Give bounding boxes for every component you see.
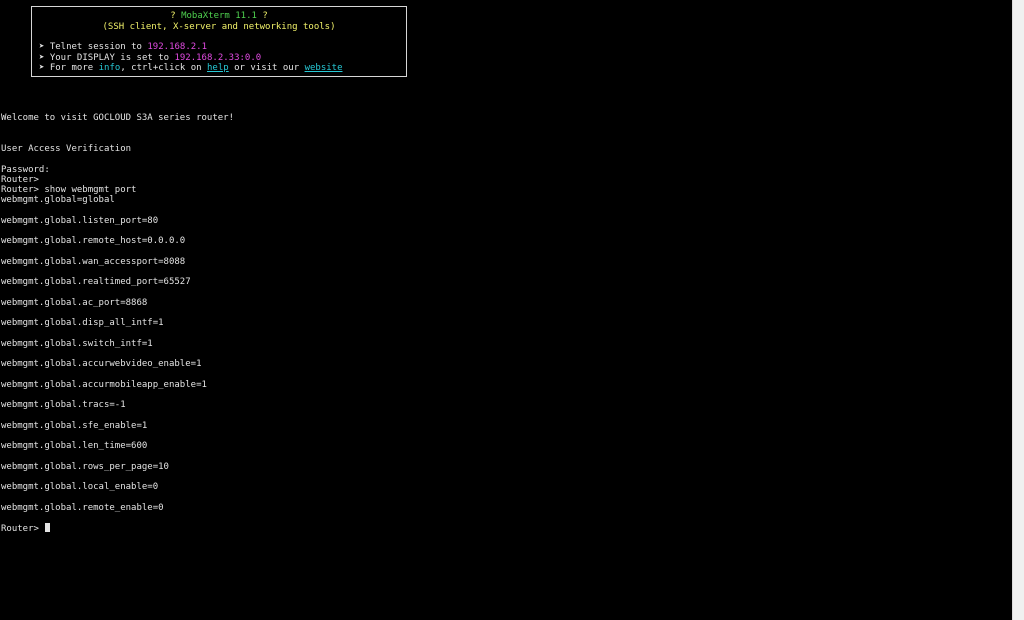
output-line: webmgmt.global.ac_port=8868 — [1, 298, 148, 308]
output-line: webmgmt.global.switch_intf=1 — [1, 339, 153, 349]
output-line: webmgmt.global.remote_enable=0 — [1, 503, 164, 513]
text-cursor — [45, 523, 51, 532]
router-prompt: Router> — [1, 175, 39, 185]
verification-heading: User Access Verification — [1, 144, 132, 154]
password-prompt: Password: — [1, 165, 50, 175]
output-line: webmgmt.global.listen_port=80 — [1, 216, 159, 226]
output-line: webmgmt.global.local_enable=0 — [1, 482, 159, 492]
output-line: webmgmt.global.tracs=-1 — [1, 400, 126, 410]
output-line: webmgmt.global=global — [1, 195, 115, 205]
banner-info-line: ➤ For more info, ctrl+click on help or v… — [39, 63, 343, 73]
output-line: webmgmt.global.disp_all_intf=1 — [1, 318, 164, 328]
current-prompt-line[interactable]: Router> — [1, 523, 51, 534]
output-line: webmgmt.global.rows_per_page=10 — [1, 462, 169, 472]
banner-subtitle: (SSH client, X-server and networking too… — [102, 21, 336, 32]
banner-app-name: MobaXterm 11.1 — [181, 11, 257, 21]
bullet-icon: ➤ — [39, 52, 45, 63]
banner-display-line: ➤ Your DISPLAY is set to 192.168.2.33:0.… — [39, 52, 262, 63]
vertical-scrollbar[interactable] — [1012, 0, 1024, 620]
display-value: 192.168.2.33:0.0 — [174, 52, 262, 63]
bullet-icon: ➤ — [39, 42, 45, 52]
mobaxterm-banner: ? MobaXterm 11.1 ? (SSH client, X-server… — [31, 6, 407, 77]
bullet-icon: ➤ — [39, 63, 45, 73]
output-line: webmgmt.global.len_time=600 — [1, 441, 148, 451]
output-line: webmgmt.global.sfe_enable=1 — [1, 421, 148, 431]
banner-title: ? MobaXterm 11.1 ? — [170, 11, 268, 21]
output-line: webmgmt.global.accurwebvideo_enable=1 — [1, 359, 202, 369]
help-link[interactable]: help — [207, 63, 229, 73]
telnet-host: 192.168.2.1 — [147, 42, 207, 52]
output-line: webmgmt.global.wan_accessport=8088 — [1, 257, 186, 267]
current-prompt: Router> — [1, 524, 39, 534]
output-line: webmgmt.global.accurmobileapp_enable=1 — [1, 380, 207, 390]
command-line: Router> show webmgmt port — [1, 185, 137, 195]
welcome-message: Welcome to visit GOCLOUD S3A series rout… — [1, 113, 234, 123]
terminal-window[interactable]: ? MobaXterm 11.1 ? (SSH client, X-server… — [0, 0, 1012, 620]
output-line: webmgmt.global.remote_host=0.0.0.0 — [1, 236, 186, 246]
output-line: webmgmt.global.realtimed_port=65527 — [1, 277, 191, 287]
info-link[interactable]: info — [99, 63, 121, 73]
banner-telnet-line: ➤ Telnet session to 192.168.2.1 — [39, 42, 207, 52]
website-link[interactable]: website — [305, 63, 343, 73]
